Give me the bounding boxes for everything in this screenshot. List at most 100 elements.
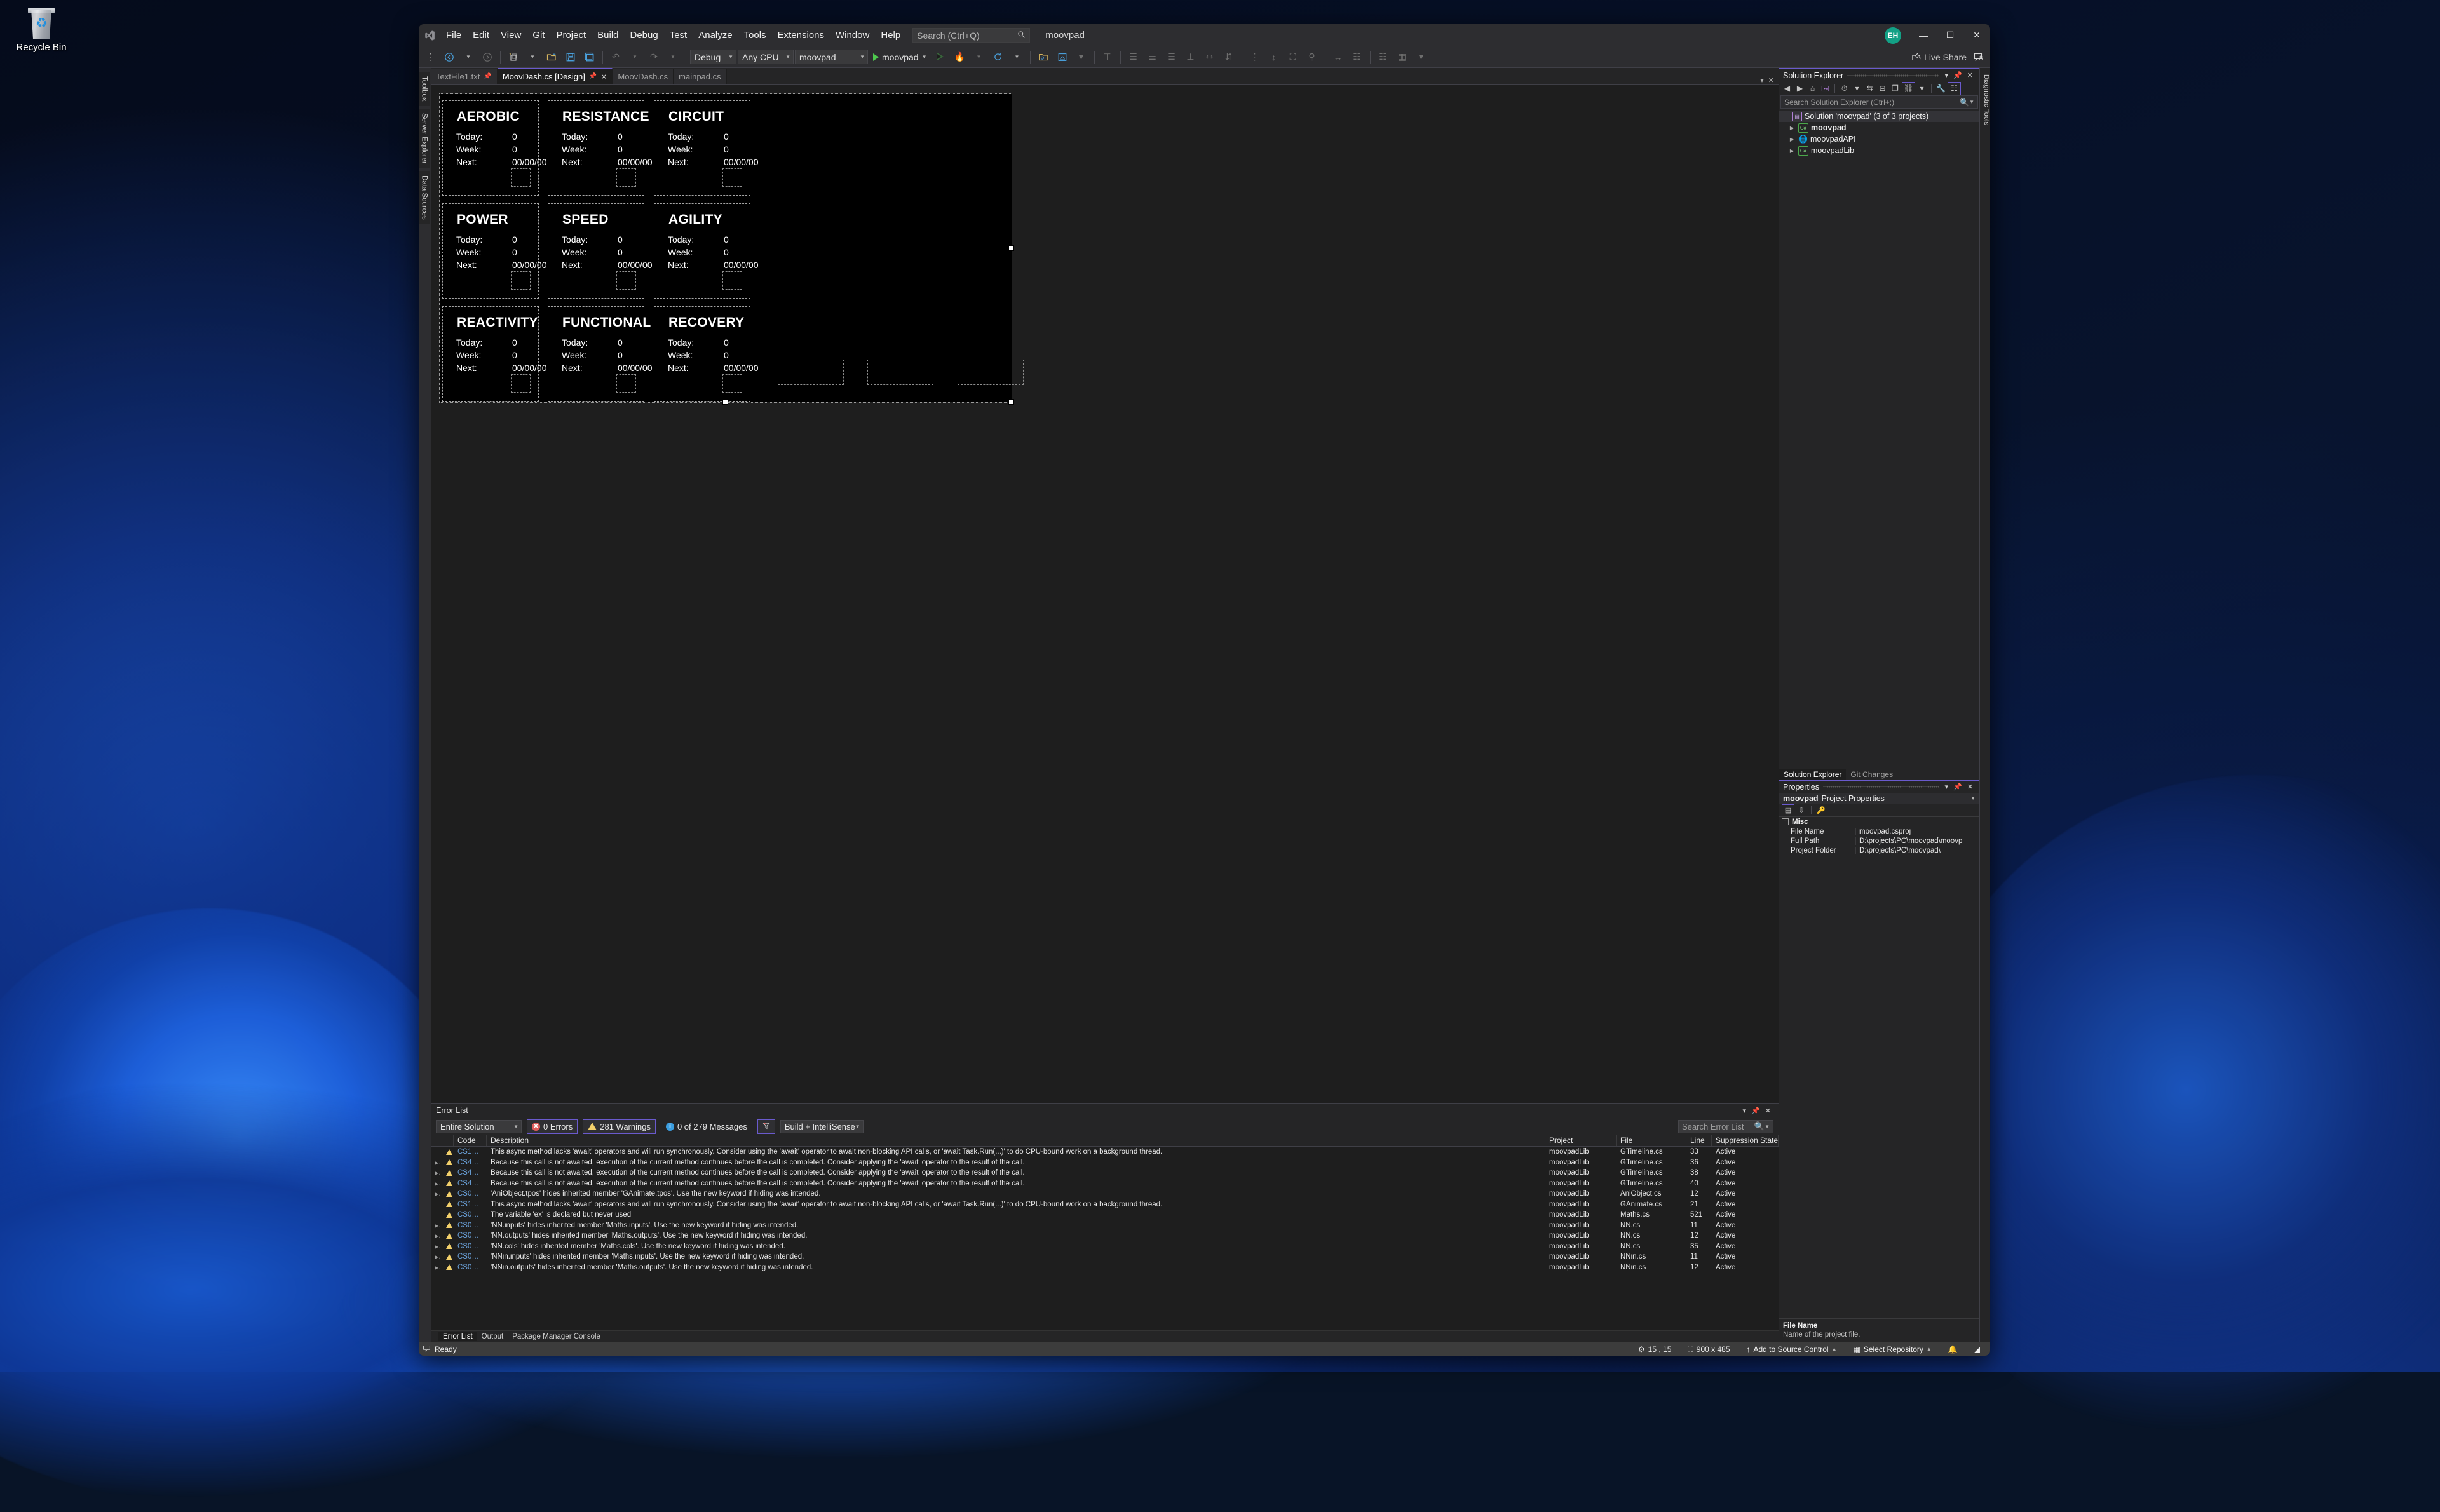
messages-filter-toggle[interactable]: i 0 of 279 Messages <box>661 1119 752 1134</box>
user-avatar[interactable]: EH <box>1885 27 1901 44</box>
tab-moovdash-design[interactable]: MoovDash.cs [Design] 📌 ✕ <box>497 68 613 84</box>
close-icon[interactable]: ✕ <box>1965 71 1976 79</box>
close-icon[interactable]: ✕ <box>600 72 607 81</box>
row-expander[interactable]: ▶ <box>431 1232 442 1239</box>
sync-icon[interactable]: ⇆ <box>1864 83 1876 95</box>
sidebar-tab-server-explorer[interactable]: Server Explorer <box>419 108 431 168</box>
row-expander[interactable]: ▶ <box>431 1180 442 1187</box>
placeholder-box[interactable] <box>722 168 742 187</box>
bottom-tab-error-list[interactable]: Error List <box>438 1332 477 1341</box>
placeholder-box[interactable] <box>511 374 531 393</box>
table-row[interactable]: CS1998 This async method lacks 'await' op… <box>431 1147 1779 1158</box>
row-code[interactable]: CS4014 <box>454 1180 487 1187</box>
solution-tree[interactable]: ▤ Solution 'moovpad' (3 of 3 projects) ▶… <box>1779 109 1979 769</box>
navigate-back-button[interactable] <box>440 49 458 65</box>
row-expander[interactable]: ▶ <box>431 1159 442 1166</box>
save-all-icon[interactable] <box>581 49 599 65</box>
sidebar-tab-data-sources[interactable]: Data Sources <box>419 170 431 224</box>
row-expander[interactable]: ▶ <box>431 1190 442 1198</box>
close-icon[interactable]: ✕ <box>1965 783 1976 791</box>
designer-home-icon[interactable] <box>1054 49 1071 65</box>
redo-dropdown[interactable]: ▼ <box>664 49 682 65</box>
panel-aerobic[interactable]: AEROBIC Today: 0 Week: 0 Next: 00/00/00 <box>442 100 547 196</box>
tree-node-moovpadlib[interactable]: ▶ C# moovpadLib <box>1779 145 1979 156</box>
menu-item-help[interactable]: Help <box>875 24 906 46</box>
pin-icon[interactable]: 📌 <box>589 73 597 80</box>
dock-tab-git-changes[interactable]: Git Changes <box>1846 769 1897 780</box>
bring-to-front-icon[interactable]: ☷ <box>1374 49 1392 65</box>
pin-icon[interactable]: 📌 <box>484 73 491 80</box>
panel-reactivity[interactable]: REACTIVITY Today: 0 Week: 0 Next: 00/00/00 <box>442 306 547 402</box>
navigate-back-dropdown[interactable]: ▼ <box>459 49 477 65</box>
status-select-repository[interactable]: ▦ Select Repository ▲ <box>1847 1345 1938 1354</box>
feedback-icon[interactable] <box>1970 49 1988 65</box>
undo-icon[interactable]: ↶ <box>607 49 625 65</box>
panel-agility[interactable]: AGILITY Today: 0 Week: 0 Next: 00/00/00 <box>654 203 759 299</box>
make-same-width-icon[interactable]: ⇿ <box>1201 49 1219 65</box>
tree-node-moovpadapi[interactable]: ▶ 🌐 moovpadAPI <box>1779 133 1979 145</box>
bottom-placeholder-3[interactable] <box>958 360 1024 385</box>
view-class-diagram-icon[interactable]: ⛓ <box>1902 81 1915 95</box>
tab-moovdash-cs[interactable]: MoovDash.cs <box>613 69 674 84</box>
row-expander[interactable]: ▶ <box>431 1222 442 1229</box>
categorized-view-icon[interactable]: ▤ <box>1782 804 1794 816</box>
panel-speed[interactable]: SPEED Today: 0 Week: 0 Next: 00/00/00 <box>548 203 653 299</box>
row-code[interactable]: CS0108 <box>454 1243 487 1250</box>
close-group-icon[interactable]: ✕ <box>1768 76 1774 84</box>
col-code[interactable]: Code <box>454 1135 487 1146</box>
solution-explorer-search-input[interactable]: Search Solution Explorer (Ctrl+;) 🔍 ▼ <box>1780 95 1978 109</box>
view-dropdown[interactable]: ▾ <box>1916 83 1928 95</box>
tab-order-icon[interactable]: ☷ <box>1348 49 1366 65</box>
status-add-to-source-control[interactable]: ↑ Add to Source Control ▲ <box>1740 1345 1843 1354</box>
center-horizontally-icon[interactable]: ⛶ <box>1284 49 1302 65</box>
show-all-files-icon[interactable] <box>1034 49 1052 65</box>
new-project-icon[interactable] <box>505 49 522 65</box>
startup-project-combo[interactable]: moovpad ▼ <box>795 50 868 64</box>
back-icon[interactable]: ◀ <box>1781 83 1793 95</box>
close-button[interactable]: ✕ <box>1963 24 1990 46</box>
resize-handle-right[interactable] <box>1008 245 1014 251</box>
table-row[interactable]: ▶ CS4014 Because this call is not awaited,… <box>431 1168 1779 1178</box>
chevron-down-icon[interactable]: ▾ <box>1942 71 1951 79</box>
table-row[interactable]: ▶ CS0108 'NN.inputs' hides inherited membe… <box>431 1220 1779 1231</box>
toolbar-options-icon[interactable]: ⋮ <box>421 49 439 65</box>
menu-item-debug[interactable]: Debug <box>625 24 664 46</box>
table-row[interactable]: ▶ CS4014 Because this call is not awaited,… <box>431 1178 1779 1189</box>
restart-icon[interactable] <box>989 49 1007 65</box>
align-tops-icon[interactable]: ⊤ <box>1099 49 1116 65</box>
chevron-down-icon[interactable]: ▾ <box>1740 1107 1749 1115</box>
table-row[interactable]: ▶ CS0108 'NNin.outputs' hides inherited me… <box>431 1262 1779 1273</box>
pin-icon[interactable]: 📌 <box>1749 1107 1763 1115</box>
row-expander[interactable]: ▶ <box>431 1264 442 1271</box>
row-code[interactable]: CS0168 <box>454 1211 487 1218</box>
placeholder-box[interactable] <box>616 374 636 393</box>
bottom-placeholder-2[interactable] <box>867 360 933 385</box>
table-row[interactable]: ▶ CS0108 'NNin.inputs' hides inherited mem… <box>431 1252 1779 1262</box>
row-code[interactable]: CS4014 <box>454 1169 487 1177</box>
tab-textfile1[interactable]: TextFile1.txt 📌 <box>431 69 498 84</box>
undo-dropdown[interactable]: ▼ <box>626 49 644 65</box>
menu-item-test[interactable]: Test <box>664 24 693 46</box>
panel-circuit[interactable]: CIRCUIT Today: 0 Week: 0 Next: 00/00/00 <box>654 100 759 196</box>
quick-search-input[interactable]: Search (Ctrl+Q) <box>912 28 1031 43</box>
properties-object-selector[interactable]: moovpad Project Properties ▼ <box>1779 793 1979 804</box>
build-filter-combo[interactable]: Build + IntelliSense ▼ <box>780 1119 864 1133</box>
status-notifications-button[interactable]: 🔔 <box>1942 1345 1964 1354</box>
solution-platform-combo[interactable]: Any CPU ▼ <box>738 50 794 64</box>
pending-changes-dropdown[interactable]: ▾ <box>1851 83 1863 95</box>
property-value[interactable]: D:\projects\PC\moovpad\ <box>1855 846 1979 854</box>
menu-item-build[interactable]: Build <box>592 24 624 46</box>
show-all-files-icon[interactable]: ❐ <box>1889 83 1901 95</box>
expander-icon[interactable]: ▶ <box>1788 148 1796 154</box>
expander-icon[interactable]: ▶ <box>1788 137 1796 142</box>
chevron-down-icon[interactable]: ▾ <box>1942 783 1951 791</box>
pin-icon[interactable]: 📌 <box>1951 71 1965 79</box>
col-expander[interactable] <box>431 1135 442 1146</box>
row-code[interactable]: CS1998 <box>454 1148 487 1156</box>
navigate-forward-button[interactable] <box>478 49 496 65</box>
row-code[interactable]: CS0108 <box>454 1264 487 1271</box>
placeholder-box[interactable] <box>511 168 531 187</box>
row-expander[interactable]: ▶ <box>431 1243 442 1250</box>
panel-power[interactable]: POWER Today: 0 Week: 0 Next: 00/00/00 <box>442 203 547 299</box>
align-centers-icon[interactable]: ⚌ <box>1144 49 1162 65</box>
